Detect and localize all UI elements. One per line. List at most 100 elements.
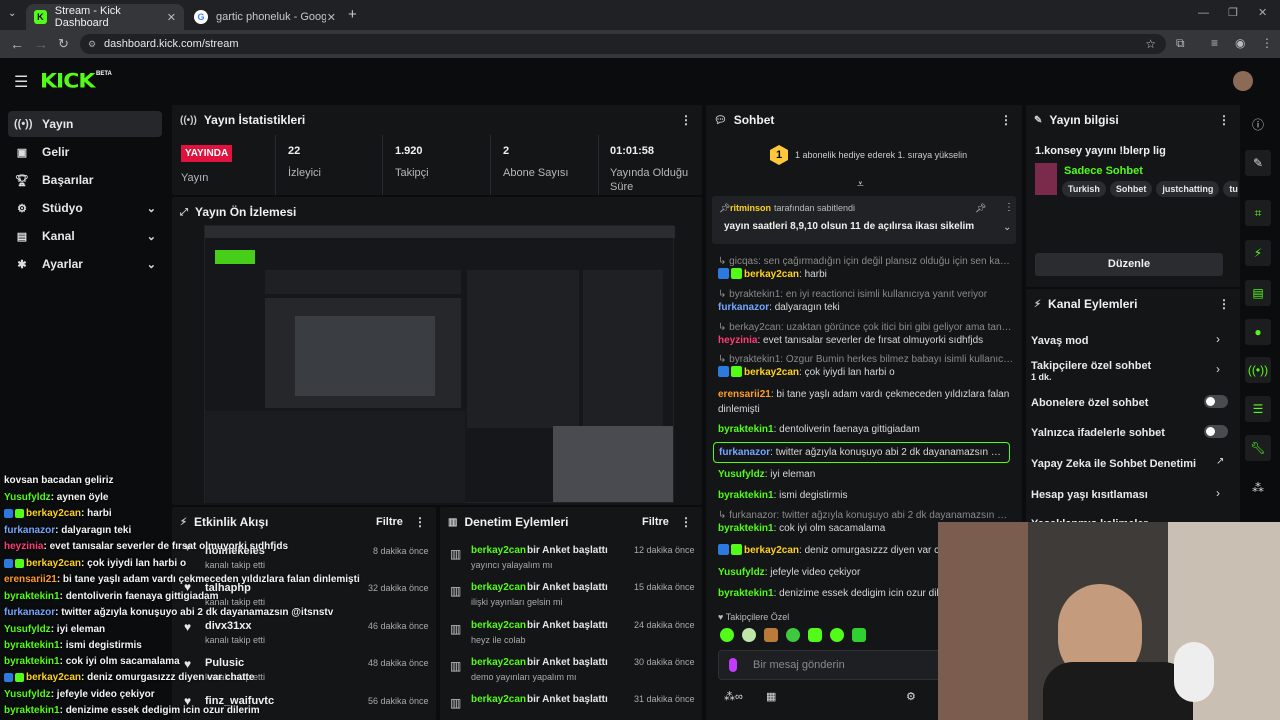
maximize-icon[interactable]: ❐ — [1228, 6, 1238, 19]
chat-user[interactable]: Yusufyldz — [718, 567, 765, 578]
sidebar-item-kanal[interactable]: ▤ Kanal ⌄ — [8, 223, 162, 249]
action-ai-moderation[interactable]: Yapay Zeka ile Sohbet Denetimi — [1031, 458, 1196, 470]
mod-user[interactable]: berkay2can — [471, 582, 526, 593]
filter-button[interactable]: Filtre — [642, 516, 669, 528]
chat-message[interactable]: byraktekin1: dentoliverin faenaya gittig… — [718, 422, 1014, 437]
emote-icon[interactable] — [764, 628, 778, 642]
extensions-icon[interactable]: ⧉ — [1176, 36, 1185, 51]
chat-user[interactable]: berkay2can — [744, 269, 799, 280]
more-options-icon[interactable]: ⋮ — [1004, 202, 1014, 213]
tag-chip[interactable]: tu — [1223, 181, 1238, 197]
mod-user[interactable]: berkay2can — [471, 620, 526, 631]
chat-user[interactable]: berkay2can — [744, 545, 799, 556]
document-icon[interactable]: ▤ — [1245, 280, 1271, 306]
minimize-icon[interactable]: — — [1198, 7, 1209, 19]
info-icon[interactable]: ⓘ — [1252, 116, 1264, 133]
mod-user[interactable]: berkay2can — [471, 694, 526, 705]
chat-user[interactable]: heyzinia — [718, 335, 757, 346]
edit-button[interactable]: Düzenle — [1035, 253, 1223, 276]
chat-user[interactable]: byraktekin1 — [718, 588, 774, 599]
emote-icon[interactable] — [720, 628, 734, 642]
community-icon[interactable]: ⁂∞ — [724, 690, 743, 703]
settings-icon[interactable]: ⚙ — [906, 690, 916, 703]
action-subs-only[interactable]: Abonelere özel sohbet — [1031, 397, 1148, 409]
action-slow-mode[interactable]: Yavaş mod — [1031, 335, 1088, 347]
reload-icon[interactable]: ↻ — [58, 36, 69, 52]
subs-only-toggle[interactable] — [1204, 395, 1228, 408]
chat-user[interactable]: Yusufyldz — [718, 469, 765, 480]
browser-menu-icon[interactable]: ⋮ — [1261, 36, 1273, 50]
action-emotes-only[interactable]: Yalnızca ifadelerle sohbet — [1031, 427, 1165, 439]
mod-user[interactable]: berkay2can — [471, 657, 526, 668]
emote-icon[interactable] — [852, 628, 866, 642]
sidebar-item-yayin[interactable]: ((•)) Yayın — [8, 111, 162, 137]
more-options-icon[interactable]: ⋮ — [1218, 297, 1230, 311]
chat-user[interactable]: byraktekin1 — [718, 490, 774, 501]
emote-icon[interactable] — [830, 628, 844, 642]
action-account-age[interactable]: Hesap yaşı kısıtlaması — [1031, 489, 1148, 501]
close-icon[interactable]: ✕ — [327, 11, 336, 24]
pinned-user[interactable]: ritminson — [730, 203, 771, 213]
avatar[interactable] — [1233, 71, 1253, 91]
chat-message[interactable]: erensarii21: bi tane yaşlı adam vardı çe… — [718, 387, 1014, 417]
gift-promo-text[interactable]: 1 abonelik hediye ederek 1. sıraya yükse… — [795, 150, 967, 160]
chevron-down-icon[interactable]: ⌄ — [1003, 222, 1011, 233]
emote-icon[interactable] — [742, 628, 756, 642]
sidebar-item-basarilar[interactable]: 🏆︎ Başarılar — [8, 167, 162, 193]
tab-kick-dashboard[interactable]: K Stream - Kick Dashboard ✕ — [26, 4, 184, 30]
chevron-right-icon[interactable]: › — [1216, 486, 1220, 500]
bookmark-star-icon[interactable]: ☆ — [1145, 34, 1156, 54]
broadcast-icon[interactable]: ((•)) — [1245, 357, 1271, 383]
tag-chip[interactable]: justchatting — [1156, 181, 1220, 197]
close-icon[interactable]: ✕ — [167, 11, 176, 24]
chat-message[interactable]: byraktekin1: ismi degistirmis — [718, 488, 1014, 503]
chat-user[interactable]: byraktekin1 — [718, 424, 774, 435]
action-followers-only[interactable]: Takipçilere özel sohbet — [1031, 360, 1151, 372]
chat-message[interactable]: berkay2can: çok iyiydi lan harbi o — [718, 365, 1014, 380]
chat-message[interactable]: heyzinia: evet tanısalar severler de fır… — [718, 333, 1014, 348]
unpin-icon[interactable]: 📌︎ — [975, 203, 986, 214]
close-window-icon[interactable]: ✕ — [1258, 6, 1267, 19]
pencil-icon[interactable]: ✎ — [1245, 150, 1271, 176]
more-options-icon[interactable]: ⋮ — [1218, 113, 1230, 127]
chat-message-mention[interactable]: furkanazor: twitter ağzıyla konuşuyo abi… — [713, 442, 1010, 463]
more-options-icon[interactable]: ⋮ — [680, 113, 692, 127]
chat-message[interactable]: berkay2can: harbi — [718, 267, 1014, 282]
emotes-only-toggle[interactable] — [1204, 425, 1228, 438]
filter-button[interactable]: Filtre — [376, 516, 403, 528]
chat-bubble-icon[interactable]: ● — [1245, 319, 1271, 345]
external-link-icon[interactable]: ↗ — [1216, 456, 1224, 467]
sidebar-item-studyo[interactable]: ⚙ Stüdyo ⌄ — [8, 195, 162, 221]
site-info-icon[interactable]: ⚙ — [88, 34, 96, 54]
profile-icon[interactable]: ◉ — [1235, 36, 1245, 50]
qr-icon[interactable]: ⌗ — [1245, 200, 1271, 226]
more-options-icon[interactable]: ⋮ — [414, 515, 426, 529]
store-icon[interactable]: ▦ — [766, 690, 776, 703]
sidebar-item-gelir[interactable]: ▣ Gelir — [8, 139, 162, 165]
server-icon[interactable]: ☰ — [1245, 396, 1271, 422]
community-icon[interactable]: ⁂ — [1252, 481, 1264, 495]
chevron-right-icon[interactable]: › — [1216, 362, 1220, 376]
media-icon[interactable]: ≡ — [1211, 36, 1218, 50]
tab-search-icon[interactable]: ⌄ — [8, 8, 16, 19]
tab-google-search[interactable]: G gartic phoneluk - Google Search ✕ — [186, 4, 344, 30]
url-field[interactable]: ⚙ dashboard.kick.com/stream ☆ — [80, 34, 1166, 54]
more-options-icon[interactable]: ⋮ — [680, 515, 692, 529]
lightning-icon[interactable]: ⚡︎ — [1245, 240, 1271, 266]
wrench-icon[interactable]: 🔧︎ — [1245, 435, 1271, 461]
tag-chip[interactable]: Sohbet — [1109, 181, 1153, 197]
back-icon[interactable]: ← — [10, 36, 24, 52]
forward-icon[interactable]: → — [34, 36, 48, 52]
hamburger-menu-icon[interactable]: ☰ — [14, 72, 28, 92]
sidebar-item-ayarlar[interactable]: ✱ Ayarlar ⌄ — [8, 251, 162, 277]
chat-message[interactable]: Yusufyldz: iyi eleman — [718, 467, 1014, 482]
more-options-icon[interactable]: ⋮ — [1000, 113, 1012, 127]
chat-user[interactable]: byraktekin1 — [718, 523, 774, 534]
kick-logo[interactable]: KICK — [40, 70, 95, 93]
chat-message[interactable]: furkanazor: dalyaragın teki — [718, 300, 1014, 315]
scroll-down-icon[interactable]: ⩡ — [857, 177, 864, 192]
category-link[interactable]: Sadece Sohbet — [1064, 165, 1143, 177]
chat-user[interactable]: erensarii21 — [718, 389, 771, 400]
new-tab-icon[interactable]: + — [348, 6, 357, 23]
chat-user[interactable]: furkanazor — [719, 447, 770, 458]
